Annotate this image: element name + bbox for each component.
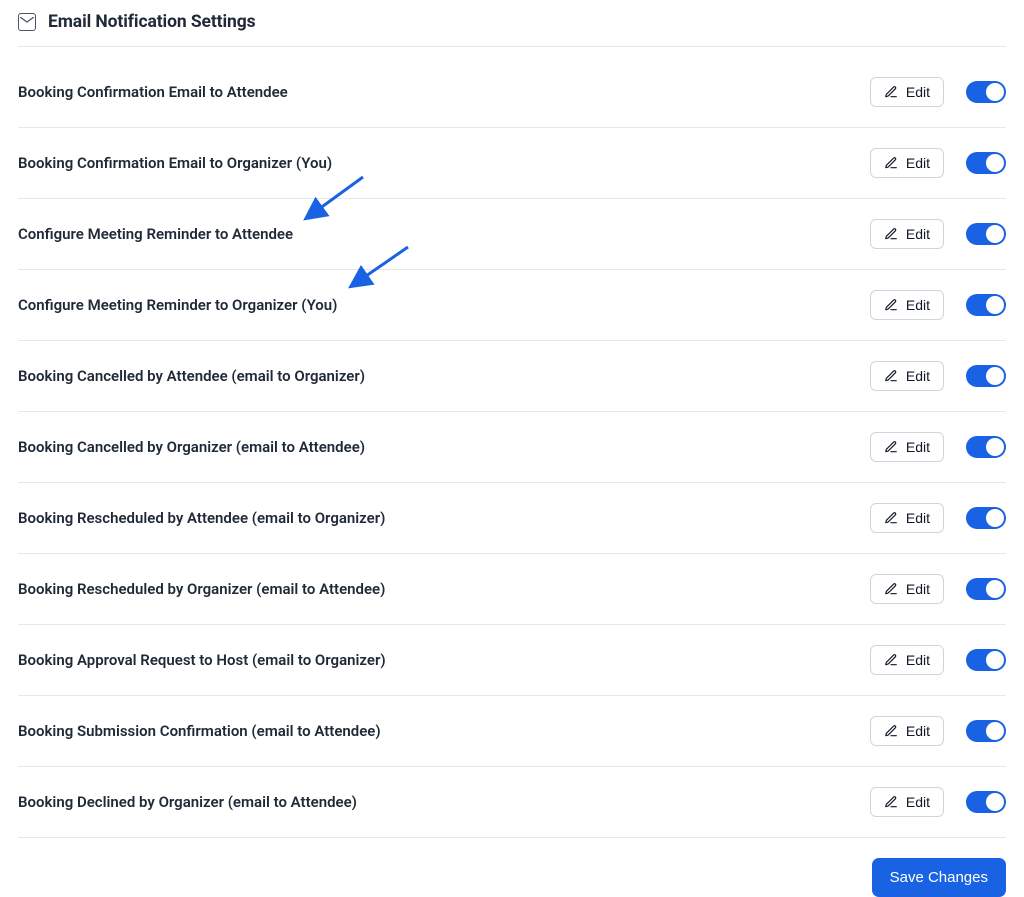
edit-label: Edit <box>906 368 930 384</box>
toggle-switch[interactable] <box>966 81 1006 103</box>
setting-controls: Edit <box>870 219 1006 249</box>
setting-row: Booking Cancelled by Attendee (email to … <box>18 341 1006 412</box>
edit-label: Edit <box>906 439 930 455</box>
edit-label: Edit <box>906 226 930 242</box>
setting-label: Booking Declined by Organizer (email to … <box>18 793 357 811</box>
toggle-knob <box>986 225 1004 243</box>
pencil-icon <box>884 369 898 383</box>
toggle-knob <box>986 83 1004 101</box>
setting-controls: Edit <box>870 361 1006 391</box>
edit-button[interactable]: Edit <box>870 432 944 462</box>
pencil-icon <box>884 582 898 596</box>
pencil-icon <box>884 227 898 241</box>
toggle-switch[interactable] <box>966 649 1006 671</box>
edit-label: Edit <box>906 297 930 313</box>
edit-button[interactable]: Edit <box>870 787 944 817</box>
edit-label: Edit <box>906 652 930 668</box>
setting-row: Booking Submission Confirmation (email t… <box>18 696 1006 767</box>
page-header: Email Notification Settings <box>18 8 1006 47</box>
edit-label: Edit <box>906 723 930 739</box>
setting-row: Configure Meeting Reminder to Organizer … <box>18 270 1006 341</box>
setting-controls: Edit <box>870 503 1006 533</box>
setting-row: Booking Confirmation Email to Attendee E… <box>18 47 1006 128</box>
edit-button[interactable]: Edit <box>870 716 944 746</box>
toggle-switch[interactable] <box>966 578 1006 600</box>
toggle-knob <box>986 651 1004 669</box>
save-changes-button[interactable]: Save Changes <box>872 858 1006 897</box>
setting-row: Booking Rescheduled by Organizer (email … <box>18 554 1006 625</box>
toggle-knob <box>986 296 1004 314</box>
pencil-icon <box>884 511 898 525</box>
pencil-icon <box>884 85 898 99</box>
setting-label: Booking Cancelled by Organizer (email to… <box>18 438 365 456</box>
setting-row: Booking Cancelled by Organizer (email to… <box>18 412 1006 483</box>
pencil-icon <box>884 156 898 170</box>
pencil-icon <box>884 724 898 738</box>
toggle-switch[interactable] <box>966 365 1006 387</box>
setting-label: Booking Cancelled by Attendee (email to … <box>18 367 365 385</box>
edit-label: Edit <box>906 155 930 171</box>
toggle-switch[interactable] <box>966 791 1006 813</box>
toggle-knob <box>986 580 1004 598</box>
toggle-switch[interactable] <box>966 720 1006 742</box>
toggle-knob <box>986 722 1004 740</box>
edit-button[interactable]: Edit <box>870 219 944 249</box>
pencil-icon <box>884 298 898 312</box>
setting-controls: Edit <box>870 787 1006 817</box>
page-footer: Save Changes <box>18 838 1006 897</box>
settings-list: Booking Confirmation Email to Attendee E… <box>18 47 1006 838</box>
setting-controls: Edit <box>870 432 1006 462</box>
edit-label: Edit <box>906 510 930 526</box>
toggle-knob <box>986 154 1004 172</box>
pencil-icon <box>884 653 898 667</box>
setting-label: Booking Rescheduled by Attendee (email t… <box>18 509 385 527</box>
edit-button[interactable]: Edit <box>870 645 944 675</box>
edit-label: Edit <box>906 794 930 810</box>
setting-row: Configure Meeting Reminder to Attendee E… <box>18 199 1006 270</box>
edit-label: Edit <box>906 581 930 597</box>
setting-row: Booking Declined by Organizer (email to … <box>18 767 1006 838</box>
setting-controls: Edit <box>870 290 1006 320</box>
setting-label: Configure Meeting Reminder to Attendee <box>18 225 293 243</box>
setting-row: Booking Rescheduled by Attendee (email t… <box>18 483 1006 554</box>
pencil-icon <box>884 440 898 454</box>
toggle-knob <box>986 509 1004 527</box>
edit-label: Edit <box>906 84 930 100</box>
edit-button[interactable]: Edit <box>870 574 944 604</box>
setting-label: Booking Approval Request to Host (email … <box>18 651 386 669</box>
setting-label: Configure Meeting Reminder to Organizer … <box>18 296 337 314</box>
toggle-switch[interactable] <box>966 436 1006 458</box>
setting-controls: Edit <box>870 77 1006 107</box>
setting-label: Booking Submission Confirmation (email t… <box>18 722 381 740</box>
page-title: Email Notification Settings <box>48 12 256 32</box>
edit-button[interactable]: Edit <box>870 503 944 533</box>
toggle-knob <box>986 367 1004 385</box>
toggle-knob <box>986 793 1004 811</box>
setting-controls: Edit <box>870 716 1006 746</box>
toggle-knob <box>986 438 1004 456</box>
setting-controls: Edit <box>870 148 1006 178</box>
edit-button[interactable]: Edit <box>870 148 944 178</box>
setting-controls: Edit <box>870 645 1006 675</box>
setting-label: Booking Confirmation Email to Organizer … <box>18 154 332 172</box>
setting-label: Booking Rescheduled by Organizer (email … <box>18 580 385 598</box>
toggle-switch[interactable] <box>966 223 1006 245</box>
toggle-switch[interactable] <box>966 507 1006 529</box>
setting-row: Booking Confirmation Email to Organizer … <box>18 128 1006 199</box>
edit-button[interactable]: Edit <box>870 77 944 107</box>
setting-label: Booking Confirmation Email to Attendee <box>18 83 288 101</box>
edit-button[interactable]: Edit <box>870 361 944 391</box>
toggle-switch[interactable] <box>966 294 1006 316</box>
mail-icon <box>18 13 36 31</box>
toggle-switch[interactable] <box>966 152 1006 174</box>
setting-controls: Edit <box>870 574 1006 604</box>
edit-button[interactable]: Edit <box>870 290 944 320</box>
setting-row: Booking Approval Request to Host (email … <box>18 625 1006 696</box>
